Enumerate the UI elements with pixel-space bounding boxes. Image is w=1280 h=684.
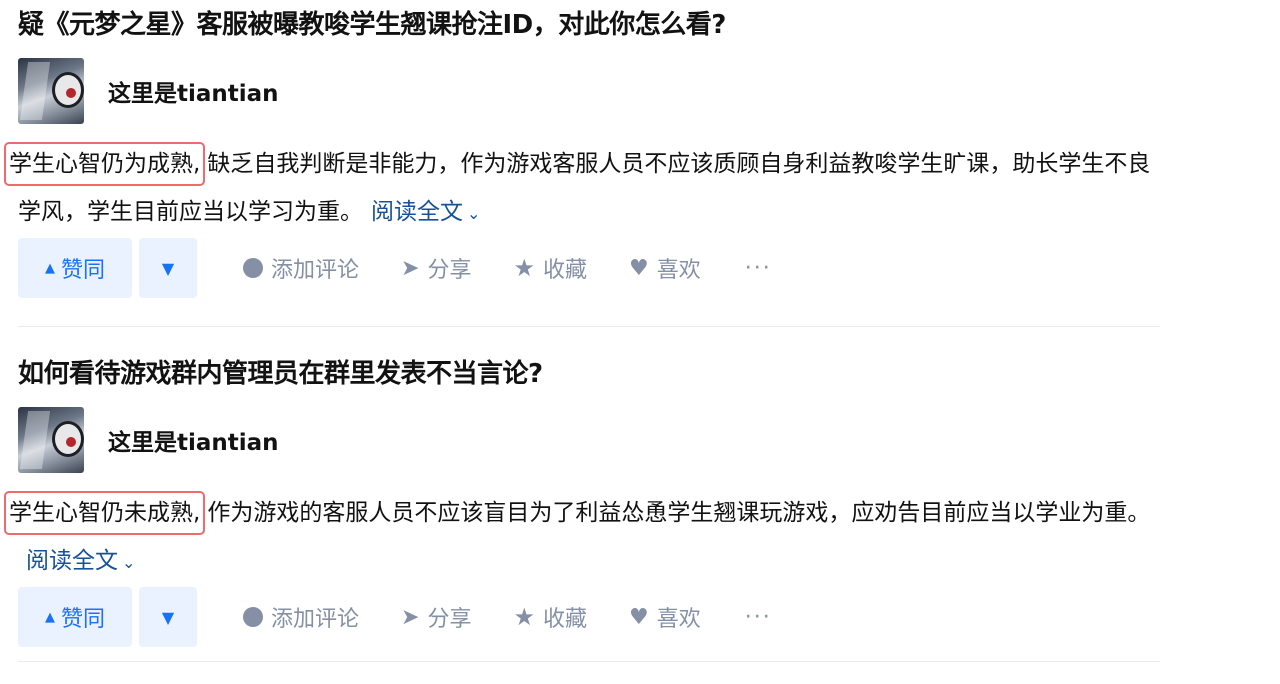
action-bar: ▲ 赞同 ▼ 添加评论 ➤ 分享 ★ 收藏 ♥ 喜欢 ··· <box>18 238 772 298</box>
divider <box>18 661 1160 662</box>
avatar-art <box>66 88 76 98</box>
comment-bubble-icon <box>243 607 263 627</box>
share-label: 分享 <box>427 258 472 283</box>
star-icon: ★ <box>513 603 535 631</box>
answer-card: 如何看待游戏群内管理员在群里发表不当言论? 这里是tiantian 学生心智仍未… <box>4 349 1160 684</box>
answer-excerpt[interactable]: 学生心智仍未成熟, 作为游戏的客服人员不应该盲目为了利益怂恿学生翘课玩游戏，应劝告… <box>4 489 1158 587</box>
action-bar: ▲ 赞同 ▼ 添加评论 ➤ 分享 ★ 收藏 ♥ 喜欢 ··· <box>18 587 772 647</box>
triangle-up-icon: ▲ <box>44 260 55 276</box>
more-button[interactable]: ··· <box>745 605 772 630</box>
author-name[interactable]: 这里是tiantian <box>108 423 279 457</box>
author-info: 这里是tiantian <box>18 58 279 124</box>
like-label: 喜欢 <box>656 607 701 632</box>
answer-body: 作为游戏的客服人员不应该盲目为了利益怂恿学生翘课玩游戏，应劝告目前应当以学业为重… <box>207 500 1151 526</box>
like-button[interactable]: ♥ 喜欢 <box>629 601 701 633</box>
triangle-down-icon: ▼ <box>161 607 175 627</box>
read-more-label: 阅读全文 <box>371 199 463 225</box>
chevron-down-icon: ⌄ <box>467 204 481 223</box>
divider <box>18 326 1160 327</box>
upvote-label: 赞同 <box>60 258 105 283</box>
upvote-label: 赞同 <box>60 607 105 632</box>
author-name[interactable]: 这里是tiantian <box>108 74 279 108</box>
avatar-art <box>66 437 76 447</box>
upvote-button[interactable]: ▲ 赞同 <box>18 238 132 298</box>
read-more-link[interactable]: 阅读全文 ⌄ <box>26 548 135 574</box>
share-label: 分享 <box>427 607 472 632</box>
comment-label: 添加评论 <box>271 607 360 632</box>
upvote-button[interactable]: ▲ 赞同 <box>18 587 132 647</box>
answer-excerpt[interactable]: 学生心智仍为成熟, 缺乏自我判断是非能力，作为游戏客服人员不应该质顾自身利益教唆学… <box>4 140 1158 238</box>
read-more-label: 阅读全文 <box>26 548 118 574</box>
collect-label: 收藏 <box>542 607 587 632</box>
comment-bubble-icon <box>243 258 263 278</box>
share-button[interactable]: ➤ 分享 <box>401 601 471 633</box>
highlighted-text: 学生心智仍未成熟, <box>4 491 206 535</box>
comment-button[interactable]: 添加评论 <box>243 601 359 633</box>
comment-label: 添加评论 <box>271 258 360 283</box>
collect-button[interactable]: ★ 收藏 <box>513 601 587 633</box>
comment-button[interactable]: 添加评论 <box>243 252 359 284</box>
avatar[interactable] <box>18 58 84 124</box>
answer-card: 疑《元梦之星》客服被曝教唆学生翘课抢注ID，对此你怎么看? 这里是tiantia… <box>4 0 1160 349</box>
collect-label: 收藏 <box>542 258 587 283</box>
downvote-button[interactable]: ▼ <box>139 238 197 298</box>
author-info: 这里是tiantian <box>18 407 279 473</box>
star-icon: ★ <box>513 254 535 282</box>
chevron-down-icon: ⌄ <box>122 553 136 572</box>
avatar-art <box>19 62 51 120</box>
more-button[interactable]: ··· <box>745 256 772 281</box>
triangle-up-icon: ▲ <box>44 609 55 625</box>
question-title[interactable]: 如何看待游戏群内管理员在群里发表不当言论? <box>18 357 543 391</box>
like-label: 喜欢 <box>656 258 701 283</box>
share-button[interactable]: ➤ 分享 <box>401 252 471 284</box>
answer-feed: 疑《元梦之星》客服被曝教唆学生翘课抢注ID，对此你怎么看? 这里是tiantia… <box>4 0 1160 684</box>
downvote-button[interactable]: ▼ <box>139 587 197 647</box>
paper-plane-icon: ➤ <box>401 255 420 281</box>
avatar[interactable] <box>18 407 84 473</box>
paper-plane-icon: ➤ <box>401 604 420 630</box>
like-button[interactable]: ♥ 喜欢 <box>629 252 701 284</box>
read-more-link[interactable]: 阅读全文 ⌄ <box>371 199 480 225</box>
heart-icon: ♥ <box>629 604 649 630</box>
collect-button[interactable]: ★ 收藏 <box>513 252 587 284</box>
avatar-art <box>19 411 51 469</box>
triangle-down-icon: ▼ <box>161 258 175 278</box>
question-title[interactable]: 疑《元梦之星》客服被曝教唆学生翘课抢注ID，对此你怎么看? <box>18 8 726 42</box>
heart-icon: ♥ <box>629 255 649 281</box>
highlighted-text: 学生心智仍为成熟, <box>4 142 206 186</box>
